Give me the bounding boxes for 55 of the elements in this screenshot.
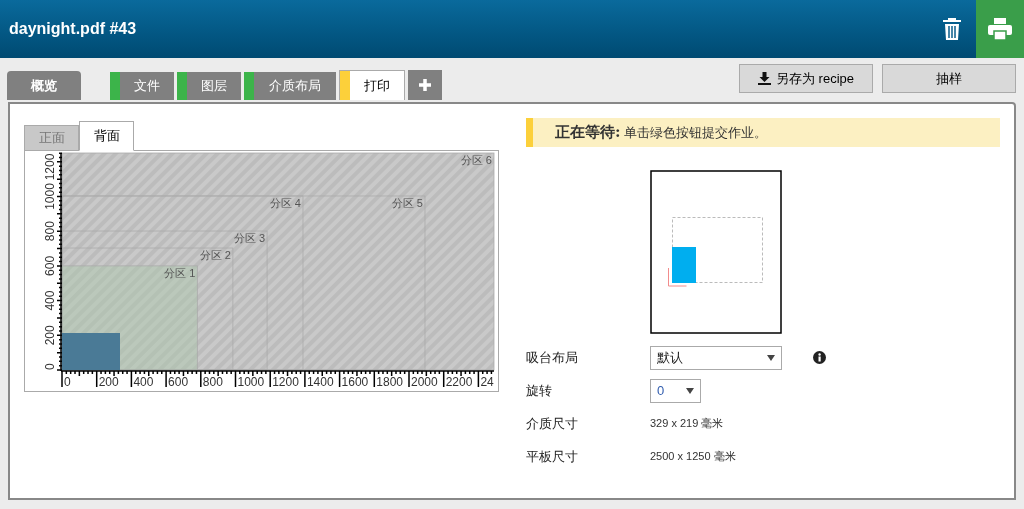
tab[interactable]: 打印 <box>339 70 405 100</box>
axis-label: 1800 <box>376 375 403 389</box>
zone-label: 分区 4 <box>269 197 301 209</box>
tab[interactable]: 文件 <box>110 72 174 100</box>
sample-button[interactable]: 抽样 <box>882 64 1016 93</box>
caret-icon <box>767 354 775 361</box>
field-label: 平板尺寸 <box>526 447 579 466</box>
axis-label: 200 <box>98 375 119 389</box>
vacuum-zone[interactable] <box>61 152 495 371</box>
caret-icon <box>686 387 694 394</box>
axis-label: 1000 <box>237 375 265 389</box>
axis-label: 200 <box>43 325 57 346</box>
tab[interactable]: 图层 <box>177 72 241 100</box>
axis-label: 1000 <box>43 183 57 210</box>
field-label: 介质尺寸 <box>526 414 579 433</box>
axis-label: 400 <box>43 290 57 311</box>
axis-label: 600 <box>43 255 57 276</box>
axis-label: 2000 <box>411 375 438 389</box>
add-tab-button[interactable] <box>408 70 442 100</box>
field-label: 吸台布局 <box>526 348 579 367</box>
field-value: 2500 x 1250 毫米 <box>650 449 736 465</box>
axis-label: 1200 <box>272 375 299 389</box>
plus-icon <box>419 79 431 91</box>
zone-label: 分区 1 <box>164 266 196 279</box>
axis-label: 0 <box>64 375 71 389</box>
print-button[interactable] <box>976 0 1024 58</box>
zone-label: 分区 2 <box>199 249 231 262</box>
axis-label: 400 <box>133 375 154 389</box>
field-label: 旋转 <box>526 381 553 400</box>
tab[interactable]: 介质布局 <box>244 72 336 100</box>
axis-label: 800 <box>202 375 223 389</box>
zone-label: 分区 5 <box>391 197 423 209</box>
trash-icon[interactable] <box>942 17 962 41</box>
dropdown[interactable]: 0 <box>650 378 701 403</box>
axis-label: 1200 <box>43 153 57 181</box>
zone-label: 分区 6 <box>460 154 492 166</box>
axis-label: 1600 <box>341 375 369 389</box>
tab[interactable]: 概览 <box>7 71 81 100</box>
axis-label: 1400 <box>306 375 334 389</box>
save-recipe-button[interactable]: 另存为 recipe <box>739 64 873 93</box>
axis-label: 2200 <box>445 375 473 389</box>
dropdown[interactable]: 默认 <box>650 345 782 370</box>
zone-label: 分区 3 <box>233 232 266 245</box>
axis-label: 0 <box>43 363 57 370</box>
download-icon <box>758 72 771 85</box>
field-value: 329 x 219 毫米 <box>650 416 724 432</box>
info-icon[interactable] <box>813 351 826 364</box>
printer-icon <box>988 18 1012 40</box>
axis-label: 600 <box>168 375 189 389</box>
photo-placeholder <box>62 333 120 370</box>
axis-label: 800 <box>43 221 57 242</box>
axis-label: 24 <box>480 375 494 389</box>
document-title: daynight.pdf #43 <box>8 19 138 39</box>
side-tab[interactable]: 背面 <box>79 121 134 151</box>
status-message: 正在等待: 单击绿色按钮提交作业。 <box>555 122 767 144</box>
